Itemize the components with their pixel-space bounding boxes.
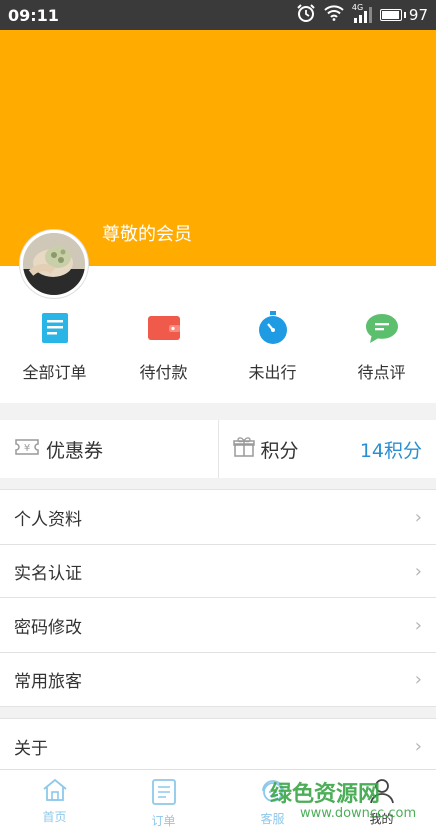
gift-icon [232, 436, 255, 462]
watermark-url: www.downcc.com [300, 806, 417, 821]
coupon-icon: ¥ [14, 437, 40, 461]
network-type: 4G [351, 3, 364, 12]
home-icon [42, 778, 68, 806]
menu-group-security: 密码修改 › 常用旅客 › [0, 597, 436, 707]
wallet-icon [147, 311, 181, 345]
menu-item-label: 常用旅客 [14, 671, 82, 692]
menu-group-account: 个人资料 › 实名认证 › [0, 489, 436, 599]
not-traveled-button[interactable]: 未出行 [218, 311, 327, 403]
tab-label: 客服 [260, 812, 285, 826]
menu-item-profile[interactable]: 个人资料 › [0, 490, 436, 544]
battery-percent: 97 [408, 6, 428, 24]
menu-item-label: 个人资料 [14, 509, 82, 530]
order-list-icon [151, 778, 177, 810]
coupons-label: 优惠券 [46, 439, 104, 462]
status-time: 09:11 [8, 5, 59, 25]
menu-item-label: 密码修改 [14, 617, 82, 638]
menu-item-frequent-travelers[interactable]: 常用旅客 › [0, 652, 436, 706]
stopwatch-icon [256, 311, 290, 345]
member-label: 尊敬的会员 [102, 224, 192, 245]
tab-home[interactable]: 首页 [0, 770, 109, 831]
comment-icon [365, 311, 399, 345]
pending-payment-label: 待付款 [139, 363, 188, 382]
wifi-icon [324, 5, 344, 25]
tab-label: 订单 [151, 814, 176, 828]
status-bar: 09:11 4G 97 [0, 0, 436, 30]
pending-review-button[interactable]: 待点评 [327, 311, 436, 403]
chevron-right-icon: › [414, 668, 422, 690]
menu-item-about[interactable]: 关于 › [0, 719, 436, 773]
chevron-right-icon: › [414, 560, 422, 582]
profile-header: 尊敬的会员 [0, 30, 436, 266]
all-orders-button[interactable]: 全部订单 [0, 311, 109, 403]
pending-payment-button[interactable]: 待付款 [109, 311, 218, 403]
tab-orders[interactable]: 订单 [109, 770, 218, 831]
chevron-right-icon: › [414, 735, 422, 757]
points-label: 积分 [260, 439, 299, 462]
not-traveled-label: 未出行 [248, 363, 297, 382]
menu-item-change-password[interactable]: 密码修改 › [0, 598, 436, 652]
all-orders-icon [38, 311, 72, 345]
pending-review-label: 待点评 [357, 363, 406, 382]
menu-item-label: 关于 [14, 738, 48, 759]
tab-label: 首页 [42, 810, 67, 824]
points-value: 14积分 [359, 439, 422, 462]
coupons-button[interactable]: ¥ 优惠券 [0, 420, 218, 478]
signal-icon: 4G [352, 3, 372, 23]
coupon-points-row: ¥ 优惠券 积分 14积分 [0, 420, 436, 478]
chevron-right-icon: › [414, 614, 422, 636]
alarm-icon [296, 3, 316, 27]
chevron-right-icon: › [414, 506, 422, 528]
avatar[interactable] [20, 230, 88, 298]
battery-indicator: 97 [379, 6, 428, 24]
menu-item-label: 实名认证 [14, 563, 82, 584]
all-orders-label: 全部订单 [22, 363, 87, 382]
menu-item-real-name-verification[interactable]: 实名认证 › [0, 544, 436, 598]
menu-group-about: 关于 › [0, 718, 436, 774]
battery-icon [379, 9, 402, 21]
svg-text:¥: ¥ [24, 443, 30, 454]
points-button[interactable]: 积分 14积分 [217, 420, 436, 478]
watermark-logo: 绿色资源网 [270, 782, 381, 807]
